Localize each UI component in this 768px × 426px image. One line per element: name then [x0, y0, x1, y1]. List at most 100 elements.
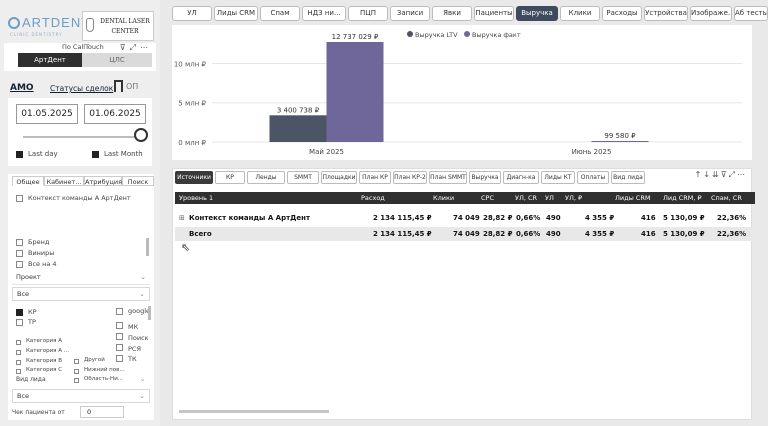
- project-dropdown[interactable]: Все ⌄: [12, 287, 150, 301]
- brand-checkbox[interactable]: [16, 239, 23, 246]
- table-total-row: Всего 2 134 115,45 ₽ 74 049 28,82 ₽ 0,66…: [175, 227, 753, 241]
- all-on-4-checkbox[interactable]: [16, 261, 23, 268]
- artdent-logo-sub: CLINIC DENTISTRY: [10, 32, 63, 37]
- chevron-down-icon[interactable]: ⌄: [140, 375, 145, 383]
- op-toggle-label: ОП: [126, 82, 139, 91]
- subtab-payments[interactable]: Оплаты: [577, 171, 609, 184]
- tab-devices[interactable]: Устройства: [644, 6, 688, 21]
- col-level-1[interactable]: Уровень 1: [179, 192, 213, 204]
- project-tk-checkbox[interactable]: [116, 355, 123, 362]
- subtab-sources[interactable]: Источники: [175, 171, 213, 184]
- col-lead-crm-rub[interactable]: Лид CRM, ₽: [663, 192, 702, 204]
- category-c-checkbox[interactable]: [16, 369, 21, 374]
- revenue-chart-svg: 0 млн ₽ 5 млн ₽ 10 млн ₽ Выручка LTV Выручка…: [174, 31, 742, 156]
- date-slider-track[interactable]: [23, 136, 145, 138]
- col-ul-cr[interactable]: УЛ, CR: [515, 192, 537, 204]
- tab-bookings[interactable]: Записи: [390, 6, 430, 21]
- tab-expenses[interactable]: Расходы: [602, 6, 642, 21]
- cell-spam-cr: 22,36%: [717, 214, 747, 222]
- col-expense[interactable]: Расход: [361, 192, 385, 204]
- items-scrollbar[interactable]: [146, 238, 149, 256]
- subtab-leads-kt[interactable]: Лиды КТ: [541, 171, 575, 184]
- project-mk-checkbox[interactable]: [116, 322, 123, 329]
- visual-header-icons[interactable]: ↑↓⇊⊽⤢⋯: [695, 170, 747, 180]
- filter-tab-search[interactable]: Поиск: [122, 176, 154, 186]
- amo-link[interactable]: АМО: [10, 83, 34, 93]
- date-to-input[interactable]: 01.06.2025: [84, 104, 146, 124]
- cell-expense: 2 134 115,45 ₽: [373, 214, 432, 222]
- last-day-checkbox[interactable]: [16, 151, 23, 158]
- table-row[interactable]: ⊞ Контекст команды А АртДент 2 134 115,4…: [175, 211, 753, 225]
- col-leads-crm[interactable]: Лиды CRM: [615, 192, 650, 204]
- project-search-checkbox[interactable]: [116, 333, 123, 340]
- col-spam-cr[interactable]: Спам, CR: [711, 192, 742, 204]
- deal-statuses-link[interactable]: Статусы сделок: [50, 84, 113, 93]
- veneers-checkbox[interactable]: [16, 250, 23, 257]
- project-kr-checkbox[interactable]: [16, 309, 23, 316]
- project-rsya-label: РСЯ: [128, 345, 141, 353]
- project-kr-label: КР: [28, 308, 37, 316]
- region-checkbox[interactable]: [74, 378, 79, 383]
- last-month-checkbox[interactable]: [92, 151, 99, 158]
- subtab-lead-type[interactable]: Вид лида: [611, 171, 645, 184]
- check-from-input[interactable]: 0: [80, 406, 124, 418]
- y-tick-label: 10 млн ₽: [174, 60, 207, 68]
- category-a2-checkbox[interactable]: [16, 350, 21, 355]
- project-search-label: Поиск: [128, 334, 149, 342]
- tab-leads-crm[interactable]: Лиды CRM: [214, 6, 258, 21]
- tab-spam[interactable]: Спам: [260, 6, 300, 21]
- project-dropdown-header[interactable]: Проект ⌄: [12, 271, 150, 285]
- date-slider-handle[interactable]: [134, 128, 148, 142]
- table-header: Уровень 1 Расход Клики CPC УЛ, CR УЛ УЛ,…: [175, 192, 755, 204]
- campaign-checkbox[interactable]: [16, 195, 23, 202]
- col-ul-rub[interactable]: УЛ, ₽: [565, 192, 582, 204]
- lower-volga-checkbox[interactable]: [74, 369, 79, 374]
- filter-tab-cabinet[interactable]: Кабинет...: [44, 176, 84, 186]
- slicer-header-icons[interactable]: ⊽⤢⋯: [120, 43, 152, 53]
- tab-clicks[interactable]: Клики: [560, 6, 600, 21]
- tab-ul[interactable]: УЛ: [172, 6, 212, 21]
- tab-ndz[interactable]: НДЗ ни...: [302, 6, 346, 21]
- subtab-revenue[interactable]: Выручка: [469, 171, 501, 184]
- tab-revenue[interactable]: Выручка: [516, 6, 558, 21]
- project-tr-label: ТР: [28, 318, 36, 326]
- filter-tab-attribution[interactable]: Атрибуция: [84, 176, 122, 186]
- category-b-checkbox[interactable]: [16, 360, 21, 365]
- expand-icon[interactable]: ⊞: [179, 211, 185, 225]
- legend-label: Выручка факт: [472, 31, 521, 39]
- subtab-diagnostics[interactable]: Диагн-ка: [503, 171, 539, 184]
- tab-images[interactable]: Изображе...: [690, 6, 732, 21]
- table-horizontal-scrollbar[interactable]: [179, 410, 329, 413]
- col-clicks[interactable]: Клики: [433, 192, 454, 204]
- subtab-smmt[interactable]: SMMT: [287, 171, 319, 184]
- category-b-label: Категория В: [26, 358, 63, 364]
- subtab-platforms[interactable]: Площадки: [321, 171, 357, 184]
- date-from-input[interactable]: 01.05.2025: [16, 104, 78, 124]
- subtab-plan-kr[interactable]: План КР: [359, 171, 391, 184]
- tab-ab-tests[interactable]: Аб тесты: [734, 6, 768, 21]
- source-option-artdent[interactable]: АртДент: [18, 53, 82, 67]
- other-checkbox[interactable]: [74, 359, 79, 364]
- project-rsya-checkbox[interactable]: [116, 344, 123, 351]
- bookmark-icon[interactable]: [114, 80, 123, 92]
- lead-type-dropdown[interactable]: Все ⌄: [12, 389, 150, 403]
- subtab-kr[interactable]: КР: [215, 171, 245, 184]
- col-ul[interactable]: УЛ: [545, 192, 554, 204]
- category-a-checkbox[interactable]: [16, 340, 21, 345]
- tab-patients[interactable]: Пациенты: [474, 6, 514, 21]
- bar-fact: [326, 41, 384, 142]
- filter-tab-general[interactable]: Общее: [12, 176, 44, 186]
- subtab-plan-kr2[interactable]: План КР-2: [393, 171, 427, 184]
- project-tr-checkbox[interactable]: [16, 319, 23, 326]
- tab-pcp[interactable]: ПЦП: [348, 6, 388, 21]
- tab-visits[interactable]: Явки: [432, 6, 472, 21]
- col-cpc[interactable]: CPC: [481, 192, 494, 204]
- subtab-landings[interactable]: Ленды: [247, 171, 285, 184]
- source-option-cls[interactable]: ЦЛС: [82, 53, 152, 67]
- project-scrollbar[interactable]: [148, 306, 151, 320]
- dental-laser-center-logo: DENTAL LASER CENTER: [82, 11, 154, 41]
- bar-fact: [591, 141, 649, 142]
- filter-panel: ARTDENT CLINIC DENTISTRY DENTAL LASER CE…: [0, 0, 160, 426]
- subtab-plan-smmt[interactable]: План SMMT: [429, 171, 467, 184]
- project-google-checkbox[interactable]: [116, 308, 123, 315]
